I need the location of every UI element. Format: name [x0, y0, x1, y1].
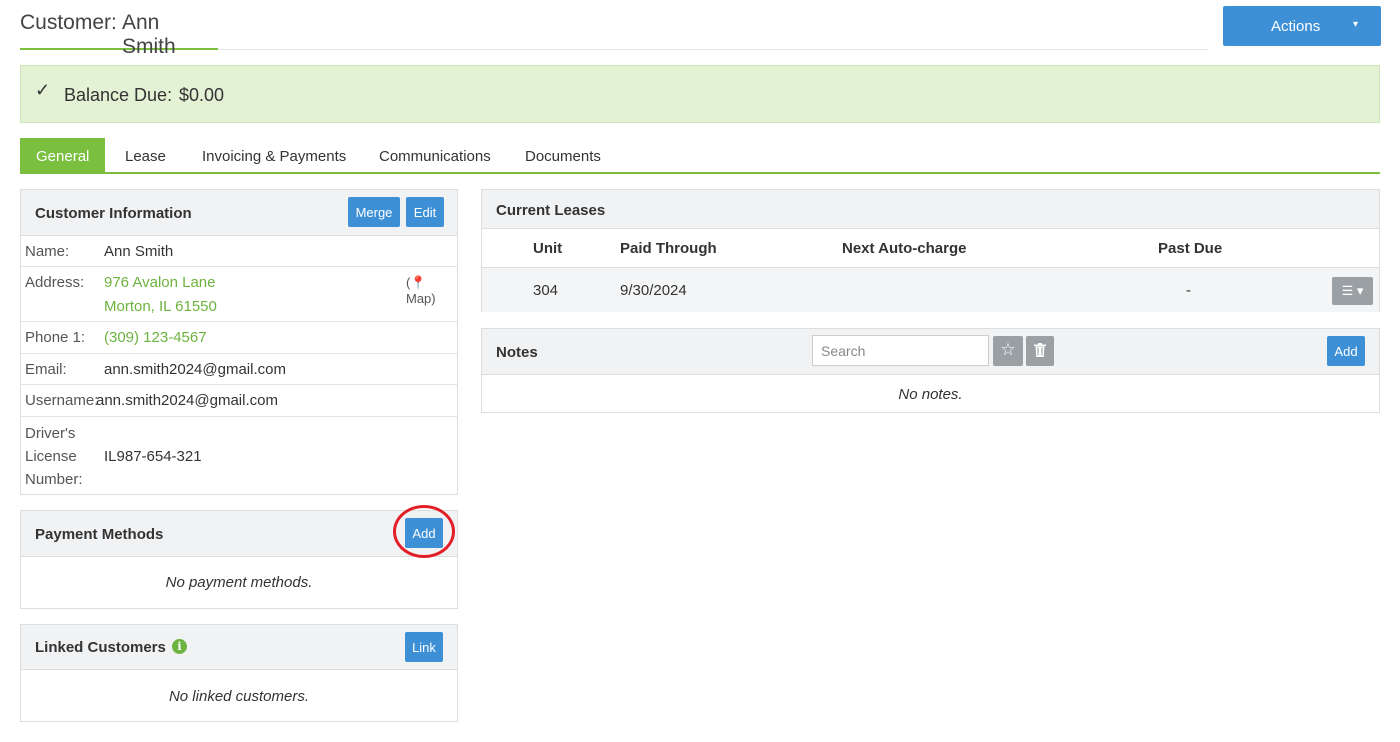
notes-search-input[interactable]: Search: [812, 335, 989, 366]
customer-information-title: Customer Information: [35, 205, 192, 222]
phone-label: Phone 1:: [25, 329, 86, 346]
license-label-line3: Number:: [25, 471, 83, 488]
address-line2-link[interactable]: Morton, IL 61550: [104, 298, 217, 315]
payment-methods-header: Payment Methods Add: [21, 511, 457, 557]
add-note-button[interactable]: Add: [1327, 336, 1365, 366]
merge-button[interactable]: Merge: [348, 197, 400, 227]
current-leases-header: Current Leases: [482, 190, 1379, 229]
linked-customers-panel: Linked Customers i Link No linked custom…: [20, 624, 458, 722]
phone-link[interactable]: (309) 123-4567: [104, 329, 207, 346]
column-header-unit: Unit: [533, 240, 563, 257]
name-value: Ann Smith: [104, 243, 174, 260]
page-title: Customer: Ann Smith: [20, 0, 218, 58]
info-row-drivers-license: Driver's License Number: IL987-654-321: [21, 417, 457, 494]
customer-information-panel: Customer Information Merge Edit Name: An…: [20, 189, 458, 495]
page-title-prefix: Customer:: [20, 11, 117, 34]
actions-dropdown-button[interactable]: Actions ▾: [1223, 6, 1381, 46]
current-leases-title: Current Leases: [496, 202, 606, 219]
highlight-circle-annotation: [393, 505, 455, 558]
column-header-past-due: Past Due: [1158, 240, 1223, 257]
header-divider: [218, 49, 1208, 50]
email-label: Email:: [25, 361, 67, 378]
info-row-username: Username: ann.smith2024@gmail.com: [21, 385, 457, 417]
lease-unit: 304: [533, 282, 559, 299]
email-value: ann.smith2024@gmail.com: [104, 361, 286, 378]
address-line1-link[interactable]: 976 Avalon Lane: [104, 274, 216, 291]
info-row-phone: Phone 1: (309) 123-4567: [21, 322, 457, 354]
balance-due-label: Balance Due:: [64, 85, 173, 105]
balance-due-amount: $0.00: [179, 85, 225, 105]
customer-tabs: General Lease Invoicing & Payments Commu…: [20, 138, 1380, 174]
info-row-address: Address: 976 Avalon Lane Morton, IL 6155…: [21, 267, 457, 322]
info-row-email: Email: ann.smith2024@gmail.com: [21, 354, 457, 385]
lease-past-due: -: [1186, 282, 1191, 299]
linked-customers-title: Linked Customers: [35, 639, 166, 656]
tab-general[interactable]: General: [20, 138, 105, 172]
payment-methods-title: Payment Methods: [35, 526, 164, 543]
license-label-line2: License: [25, 448, 77, 465]
column-header-paid-through: Paid Through: [620, 240, 717, 257]
no-linked-customers-text: No linked customers.: [168, 688, 310, 705]
customer-name-heading: Ann Smith: [122, 11, 176, 58]
username-label: Username:: [25, 392, 99, 409]
actions-label: Actions: [1271, 18, 1321, 35]
notes-title: Notes: [496, 344, 538, 361]
current-leases-panel: Current Leases Unit Paid Through Next Au…: [481, 189, 1380, 312]
balance-due-alert: ✓ Balance Due: $0.00: [20, 65, 1380, 123]
customer-information-header: Customer Information Merge Edit: [21, 190, 457, 236]
no-notes-text: No notes.: [898, 386, 963, 403]
username-value: ann.smith2024@gmail.com: [96, 392, 278, 409]
trash-icon[interactable]: [1026, 336, 1054, 366]
trash-icon-glyph: [1034, 343, 1046, 357]
column-header-next-auto-charge: Next Auto-charge: [842, 240, 967, 257]
map-link[interactable]: (📍 Map): [406, 275, 457, 306]
tab-invoicing-payments[interactable]: Invoicing & Payments: [202, 138, 346, 172]
lease-paid-through: 9/30/2024: [620, 282, 687, 299]
payment-methods-panel: Payment Methods Add No payment methods.: [20, 510, 458, 609]
no-payment-methods-text: No payment methods.: [165, 574, 313, 591]
info-icon[interactable]: i: [172, 639, 187, 654]
caret-down-icon: ▾: [1353, 19, 1359, 30]
checkmark-icon: ✓: [35, 80, 51, 100]
star-icon[interactable]: ☆: [993, 336, 1023, 366]
edit-button[interactable]: Edit: [406, 197, 444, 227]
address-label: Address:: [25, 274, 85, 291]
tab-documents[interactable]: Documents: [525, 138, 601, 172]
notes-panel: Notes Search ☆ Add No notes.: [481, 328, 1380, 413]
table-row: 304 9/30/2024 - ☰ ▾: [482, 267, 1379, 312]
linked-customers-header: Linked Customers i Link: [21, 625, 457, 670]
license-label-line1: Driver's: [25, 425, 76, 442]
notes-header: Notes Search ☆ Add: [482, 329, 1379, 375]
name-label: Name:: [25, 243, 70, 260]
tab-communications[interactable]: Communications: [379, 138, 491, 172]
link-customer-button[interactable]: Link: [405, 632, 443, 662]
license-value: IL987-654-321: [104, 448, 202, 465]
tab-lease[interactable]: Lease: [125, 138, 166, 172]
lease-row-menu-button[interactable]: ☰ ▾: [1332, 277, 1373, 305]
info-row-name: Name: Ann Smith: [21, 236, 457, 267]
